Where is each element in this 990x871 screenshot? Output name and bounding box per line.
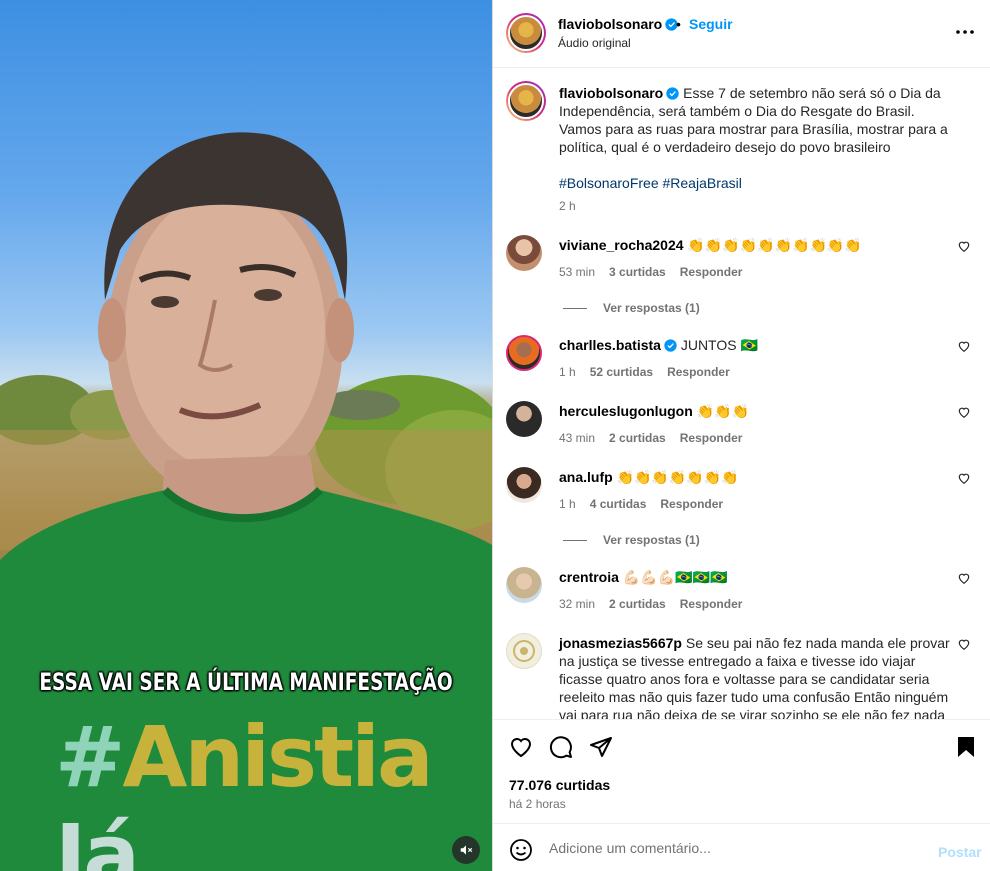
view-replies-label[interactable]: Ver respostas (1) [603, 301, 700, 315]
like-icon[interactable] [509, 735, 533, 759]
comment-likes[interactable]: 3 curtidas [609, 265, 666, 279]
like-comment-icon[interactable] [957, 471, 971, 485]
post-actions: 77.076 curtidas há 2 horas [493, 719, 990, 823]
view-replies-label[interactable]: Ver respostas (1) [603, 533, 700, 547]
like-comment-icon[interactable] [957, 405, 971, 419]
comment-likes[interactable]: 2 curtidas [609, 597, 666, 611]
save-bookmark-icon[interactable] [954, 735, 978, 759]
comment-icon[interactable] [549, 735, 573, 759]
comment-time: 1 h [559, 365, 576, 379]
commenter-avatar[interactable] [506, 633, 542, 669]
like-comment-icon[interactable] [957, 339, 971, 353]
comments-list[interactable]: flaviobolsonaro Esse 7 de setembro não s… [493, 69, 990, 719]
comment-text: 💪🏻💪🏻💪🏻🇧🇷🇧🇷🇧🇷 [622, 569, 728, 585]
view-replies-button[interactable]: Ver respostas (1) [563, 533, 700, 547]
follow-button[interactable]: Seguir [689, 16, 733, 32]
mute-button[interactable] [452, 836, 480, 864]
comment-text: 👏👏👏 [696, 403, 749, 419]
replies-divider [563, 307, 587, 309]
comment-username[interactable]: herculeslugonlugon [559, 403, 693, 419]
comment-likes[interactable]: 52 curtidas [590, 365, 653, 379]
shirt-slogan: #Anistia Já [55, 708, 434, 871]
reply-button[interactable]: Responder [680, 431, 743, 445]
comment-time: 1 h [559, 497, 576, 511]
reply-button[interactable]: Responder [660, 497, 723, 511]
emoji-icon[interactable] [509, 838, 533, 862]
comment-time: 43 min [559, 431, 596, 445]
comment-time: 53 min [559, 265, 596, 279]
author-username[interactable]: flaviobolsonaro [558, 16, 662, 32]
caption-username[interactable]: flaviobolsonaro [559, 85, 663, 101]
post-header: flaviobolsonaro • Seguir Áudio original [493, 0, 990, 68]
author-avatar[interactable] [506, 81, 546, 121]
comment-username[interactable]: ana.lufp [559, 469, 613, 485]
post-side-panel: flaviobolsonaro • Seguir Áudio original … [492, 0, 990, 871]
comment-time: 32 min [559, 597, 596, 611]
commenter-avatar[interactable] [506, 235, 542, 271]
author-avatar[interactable] [506, 13, 546, 53]
reel-video[interactable]: ESSA VAI SER A ÚLTIMA MANIFESTAÇÃO #Anis… [0, 0, 492, 871]
comment-username[interactable]: crentroia [559, 569, 619, 585]
ornament-icon [513, 640, 535, 662]
verified-badge-icon [664, 339, 677, 352]
speaker-muted-icon [460, 845, 473, 855]
caption-time: 2 h [559, 199, 576, 213]
replies-divider [563, 539, 587, 541]
like-comment-icon[interactable] [957, 637, 971, 651]
commenter-avatar[interactable] [506, 401, 542, 437]
comment-username[interactable]: viviane_rocha2024 [559, 237, 684, 253]
share-icon[interactable] [589, 735, 613, 759]
comment-text: 👏👏👏👏👏👏👏 [616, 469, 739, 485]
commenter-avatar[interactable] [506, 335, 542, 371]
comment-text: 👏👏👏👏👏👏👏👏👏👏 [687, 237, 862, 253]
likes-count[interactable]: 77.076 curtidas [509, 777, 610, 793]
add-comment-bar: Postar [493, 823, 990, 871]
comment-username[interactable]: charlles.batista [559, 337, 661, 353]
comment-likes[interactable]: 4 curtidas [590, 497, 647, 511]
comment-username[interactable]: jonasmezias5667p [559, 635, 682, 651]
more-options-icon[interactable] [953, 20, 977, 44]
like-comment-icon[interactable] [957, 571, 971, 585]
separator-dot: • [676, 16, 681, 32]
reply-button[interactable]: Responder [680, 597, 743, 611]
commenter-avatar[interactable] [506, 567, 542, 603]
post-comment-button[interactable]: Postar [938, 844, 982, 860]
caption-hashtags[interactable]: #BolsonaroFree #ReajaBrasil [559, 174, 951, 192]
comment-likes[interactable]: 2 curtidas [609, 431, 666, 445]
reply-button[interactable]: Responder [667, 365, 730, 379]
post-timestamp: há 2 horas [509, 797, 566, 811]
like-comment-icon[interactable] [957, 239, 971, 253]
verified-badge-icon [666, 87, 679, 100]
comment-input[interactable] [549, 837, 909, 859]
comment-text: JUNTOS 🇧🇷 [680, 337, 758, 353]
view-replies-button[interactable]: Ver respostas (1) [563, 301, 700, 315]
audio-link[interactable]: Áudio original [558, 36, 631, 50]
author-username-link[interactable]: flaviobolsonaro [558, 16, 678, 32]
reply-button[interactable]: Responder [680, 265, 743, 279]
video-caption: ESSA VAI SER A ÚLTIMA MANIFESTAÇÃO [39, 668, 453, 696]
commenter-avatar[interactable] [506, 467, 542, 503]
